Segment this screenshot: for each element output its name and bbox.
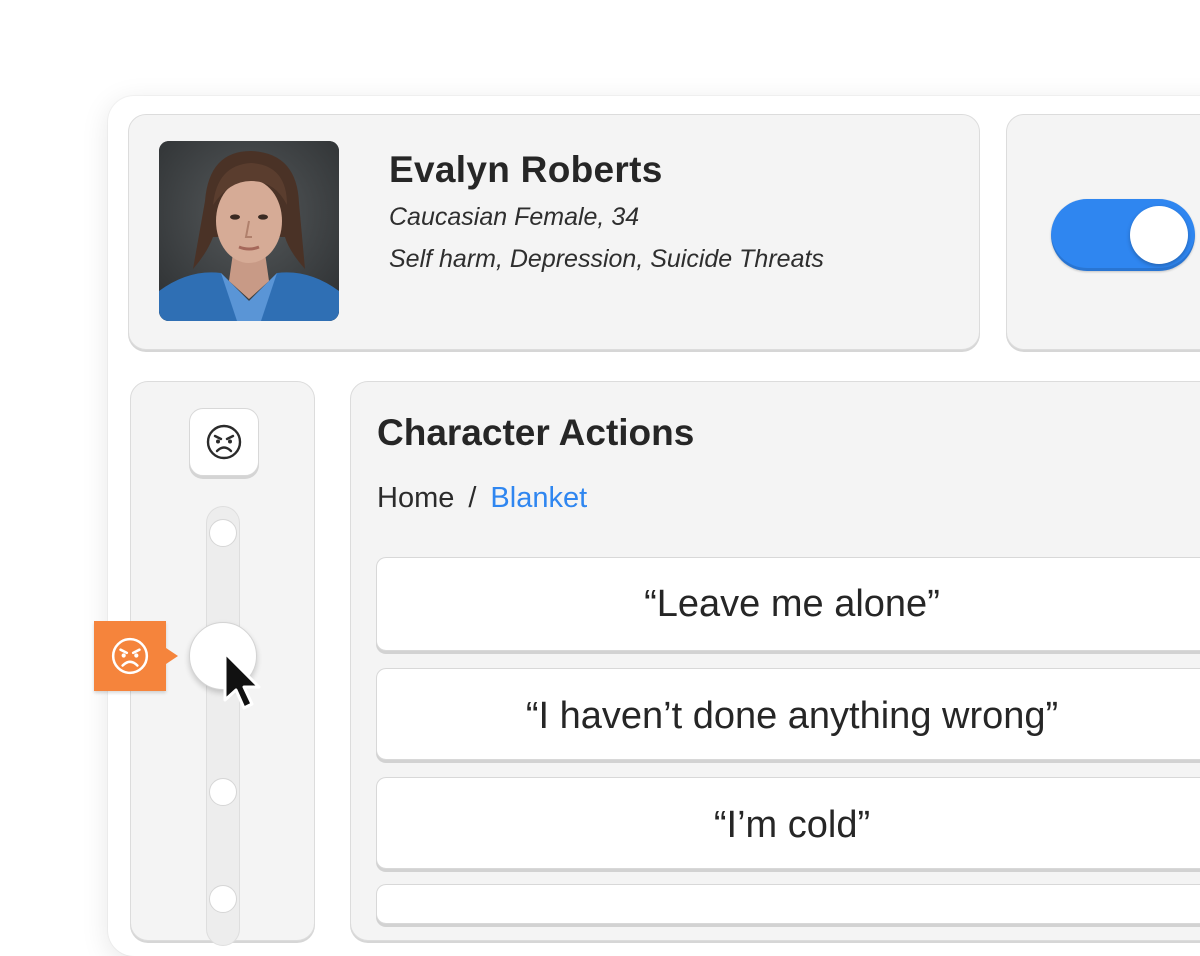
action-button-leave-me-alone[interactable]: “Leave me alone” [376, 557, 1200, 651]
character-demographics: Caucasian Female, 34 [389, 203, 640, 231]
avatar-image [159, 141, 339, 321]
breadcrumb: Home / Blanket [377, 482, 587, 515]
angry-face-icon[interactable] [189, 408, 259, 476]
toggle-card [1006, 114, 1200, 350]
character-avatar [159, 141, 339, 321]
angry-face-icon [111, 637, 149, 675]
mood-slider-stop[interactable] [209, 519, 237, 547]
character-profile-card: Evalyn Roberts Caucasian Female, 34 Self… [128, 114, 980, 350]
action-button-im-cold[interactable]: “I’m cold” [376, 777, 1200, 869]
mood-slider-track[interactable] [206, 506, 240, 946]
character-toggle-switch[interactable] [1051, 199, 1195, 271]
current-mood-indicator [94, 621, 178, 691]
action-button-havent-done-anything-wrong[interactable]: “I haven’t done anything wrong” [376, 668, 1200, 760]
actions-title: Character Actions [377, 412, 695, 453]
breadcrumb-home[interactable]: Home [377, 482, 454, 515]
mood-slider-stop[interactable] [209, 778, 237, 806]
action-button-label: “I haven’t done anything wrong” [525, 695, 1059, 737]
action-button[interactable] [376, 884, 1200, 924]
character-name: Evalyn Roberts [389, 149, 663, 190]
breadcrumb-current[interactable]: Blanket [490, 482, 587, 515]
action-button-label: “Leave me alone” [644, 583, 940, 625]
breadcrumb-separator: / [468, 482, 477, 514]
toggle-knob [1130, 206, 1188, 264]
character-conditions: Self harm, Depression, Suicide Threats [389, 245, 824, 273]
action-button-label: “I’m cold” [713, 804, 871, 846]
mood-slider-stop[interactable] [209, 885, 237, 913]
mouse-cursor-icon [223, 651, 261, 710]
